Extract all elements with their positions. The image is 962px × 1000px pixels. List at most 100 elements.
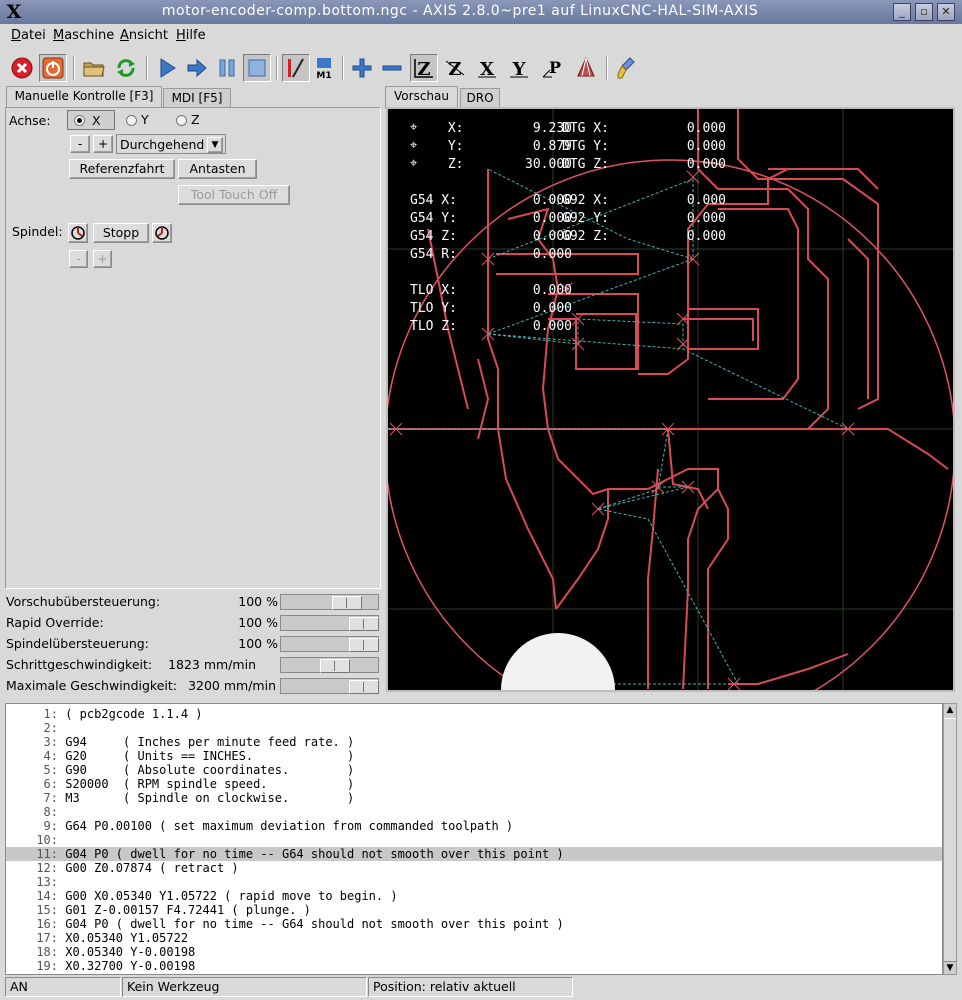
code-line[interactable]: 3: G94 ( Inches per minute feed rate. ) <box>6 735 942 749</box>
rapid-override-slider[interactable] <box>280 615 379 631</box>
estop-icon[interactable] <box>8 54 36 82</box>
view-p-icon[interactable]: P <box>538 54 566 82</box>
spindle-plus-button[interactable]: + <box>93 250 112 268</box>
code-text: G94 ( Inches per minute feed rate. ) <box>65 735 355 749</box>
view-y-icon[interactable]: Y <box>505 54 533 82</box>
open-file-icon[interactable] <box>80 54 108 82</box>
code-text: S20000 ( RPM spindle speed. ) <box>65 777 355 791</box>
code-line[interactable]: 4: G20 ( Units == INCHES. ) <box>6 749 942 763</box>
maximize-button[interactable]: ▫ <box>915 3 933 21</box>
code-line[interactable]: 6: S20000 ( RPM spindle speed. ) <box>6 777 942 791</box>
app-icon[interactable]: X <box>4 2 24 22</box>
feed-override-slider[interactable] <box>280 594 379 610</box>
feed-override-label: Vorschubübersteuerung: <box>6 594 161 609</box>
view-z-icon[interactable]: Z <box>410 54 438 82</box>
tab-preview[interactable]: Vorschau <box>385 86 458 108</box>
code-scrollbar[interactable]: ▲ ▼ <box>943 703 957 975</box>
code-line[interactable]: 9: G64 P0.00100 ( set maximum deviation … <box>6 819 942 833</box>
spindle-stop-button[interactable]: Stopp <box>93 223 149 243</box>
code-line[interactable]: 14: G00 X0.05340 Y1.05722 ( rapid move t… <box>6 889 942 903</box>
tab-manual-control[interactable]: Manuelle Kontrolle [F3] <box>6 86 162 108</box>
code-line[interactable]: 11: G04 P0 ( dwell for no time -- G64 sh… <box>6 847 942 861</box>
menu-datei[interactable]: Datei <box>11 28 46 43</box>
view-z2-icon[interactable]: Z <box>441 54 469 82</box>
code-line[interactable]: 16: G04 P0 ( dwell for no time -- G64 sh… <box>6 917 942 931</box>
code-line[interactable]: 10: <box>6 833 942 847</box>
spindle-minus-button[interactable]: - <box>69 250 88 268</box>
stop-icon[interactable] <box>243 54 271 82</box>
line-number: 13: <box>36 875 58 889</box>
code-line[interactable]: 13: <box>6 875 942 889</box>
step-icon[interactable] <box>183 54 211 82</box>
gcode-listing[interactable]: 1: ( pcb2gcode 1.1.4 ) 2: 3: G94 ( Inches… <box>5 703 943 975</box>
reload-icon[interactable] <box>112 54 140 82</box>
code-line[interactable]: 15: G01 Z-0.00157 F4.72441 ( plunge. ) <box>6 903 942 917</box>
tool-touch-off-button[interactable]: Tool Touch Off <box>178 185 290 205</box>
code-line[interactable]: 19: X0.32700 Y-0.00198 <box>6 959 942 973</box>
scroll-thumb[interactable] <box>944 718 956 962</box>
dro-g54-z: G54 Z: 0.000 G92 Z: 0.000 <box>410 229 726 244</box>
code-line[interactable]: 18: X0.05340 Y-0.00198 <box>6 945 942 959</box>
scroll-up-icon[interactable]: ▲ <box>944 704 956 716</box>
machine-power-icon[interactable] <box>39 54 67 82</box>
menu-hilfe[interactable]: Hilfe <box>176 28 206 43</box>
pause-icon[interactable] <box>213 54 241 82</box>
home-button[interactable]: Referenzfahrt <box>69 159 175 179</box>
tab-mdi[interactable]: MDI [F5] <box>163 88 231 108</box>
chevron-down-icon[interactable]: ▼ <box>207 137 223 153</box>
jog-minus-button[interactable]: - <box>70 135 90 153</box>
jog-speed-slider[interactable] <box>280 657 379 673</box>
close-button[interactable]: ✕ <box>937 3 955 21</box>
max-velocity-value: 3200 mm/min <box>188 678 276 693</box>
code-line[interactable]: 1: ( pcb2gcode 1.1.4 ) <box>6 707 942 721</box>
code-line[interactable]: 8: <box>6 805 942 819</box>
code-text: X0.32700 Y-0.00198 <box>65 959 196 973</box>
menu-ansicht[interactable]: Ansicht <box>120 28 168 43</box>
toolpath-preview[interactable]: ⌖ X: 9.230 DTG X: 0.000 ⌖ Y: 0.879 DTG Y: 0.00… <box>386 107 955 692</box>
slider-thumb[interactable] <box>349 617 379 631</box>
run-icon[interactable] <box>153 54 181 82</box>
code-line[interactable]: 17: X0.05340 Y1.05722 <box>6 931 942 945</box>
minimize-button[interactable]: _ <box>893 3 911 21</box>
block-delete-icon[interactable] <box>282 54 310 82</box>
code-line[interactable]: 2: <box>6 721 942 735</box>
max-velocity-slider[interactable] <box>280 678 379 694</box>
toolbar: M1 Z Z X Y P <box>0 50 962 86</box>
window-title: motor-encoder-comp.bottom.ngc - AXIS 2.8… <box>161 3 759 19</box>
clear-plot-icon[interactable] <box>614 54 642 82</box>
slider-thumb[interactable] <box>349 638 379 652</box>
slider-thumb[interactable] <box>320 659 350 673</box>
code-line[interactable]: 7: M3 ( Spindle on clockwise. ) <box>6 791 942 805</box>
jog-mode-select[interactable]: Durchgehend ▼ <box>116 134 226 154</box>
code-text: G90 ( Absolute coordinates. ) <box>65 763 355 777</box>
view-x-icon[interactable]: X <box>473 54 501 82</box>
jog-plus-button[interactable]: + <box>93 135 113 153</box>
code-line[interactable]: 5: G90 ( Absolute coordinates. ) <box>6 763 942 777</box>
line-number: 5: <box>43 763 58 777</box>
line-number: 1: <box>43 707 58 721</box>
code-line[interactable]: 12: G00 Z0.07874 ( retract ) <box>6 861 942 875</box>
zoom-out-icon[interactable] <box>378 54 406 82</box>
tab-dro[interactable]: DRO <box>460 88 500 108</box>
touch-off-button[interactable]: Antasten <box>178 159 257 179</box>
svg-text:Z: Z <box>448 59 461 80</box>
line-number: 17: <box>36 931 58 945</box>
axis-z-radio[interactable]: Z <box>174 112 214 128</box>
spindle-ccw-button[interactable] <box>68 223 88 243</box>
line-number: 19: <box>36 959 58 973</box>
code-text: M3 ( Spindle on clockwise. ) <box>65 791 355 805</box>
optional-stop-icon[interactable]: M1 <box>310 54 338 82</box>
slider-thumb[interactable] <box>349 680 379 694</box>
spindle-cw-button[interactable] <box>152 223 172 243</box>
menu-bar: Datei Maschine Ansicht Hilfe <box>0 24 962 48</box>
rotate-view-icon[interactable] <box>572 54 600 82</box>
menu-maschine[interactable]: Maschine <box>53 28 114 43</box>
slider-thumb[interactable] <box>332 596 362 610</box>
axis-y-radio[interactable]: Y <box>124 112 164 128</box>
axis-x-radio[interactable]: X <box>67 110 115 130</box>
scroll-down-icon[interactable]: ▼ <box>944 962 956 974</box>
dro-g54-y: G54 Y: 0.000 G92 Y: 0.000 <box>410 211 726 226</box>
code-text: G00 X0.05340 Y1.05722 ( rapid move to be… <box>65 889 398 903</box>
spindle-override-slider[interactable] <box>280 636 379 652</box>
zoom-in-icon[interactable] <box>348 54 376 82</box>
